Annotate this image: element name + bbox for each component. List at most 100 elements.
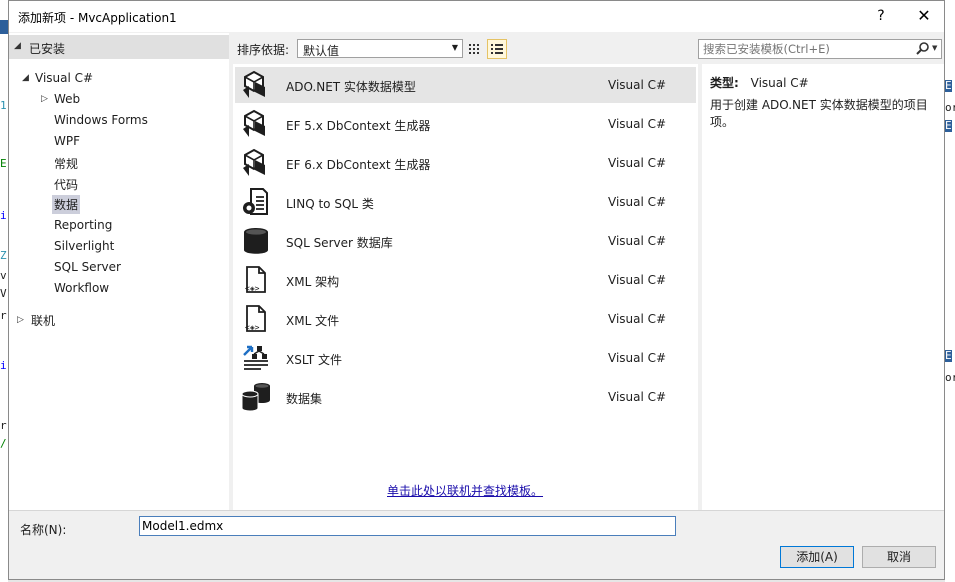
type-label: 类型: <box>710 76 739 90</box>
template-item-linq-to-sql[interactable]: LINQ to SQL 类 Visual C# <box>235 184 696 220</box>
dataset-icon <box>241 383 270 412</box>
xslt-file-icon <box>243 345 268 370</box>
template-language: Visual C# <box>608 117 667 131</box>
background-fragment: E <box>945 349 952 362</box>
tree-item-windows-forms[interactable]: Windows Forms <box>54 113 148 127</box>
template-item-xml-file[interactable]: <◈> XML 文件 Visual C# <box>235 301 696 337</box>
tree-item-sql-server[interactable]: SQL Server <box>54 260 121 274</box>
expanded-triangle-icon: ◢ <box>14 41 21 51</box>
background-editor-right: E or E E or <box>945 0 955 582</box>
template-language: Visual C# <box>608 234 667 248</box>
tree-item-visual-csharp[interactable]: Visual C# <box>35 71 93 85</box>
template-name: EF 6.x DbContext 生成器 <box>286 158 431 172</box>
tree-item-online[interactable]: 联机 <box>31 312 55 329</box>
chevron-down-icon[interactable]: ▼ <box>932 44 937 52</box>
tree-item-data[interactable]: 数据 <box>52 195 81 214</box>
template-language: Visual C# <box>608 390 667 404</box>
template-item-xslt-file[interactable]: XSLT 文件 Visual C# <box>235 340 696 376</box>
template-type: 类型: Visual C# <box>710 74 809 91</box>
background-editor-left: 1 E i Z v V r i r / <box>0 0 8 582</box>
installed-label: 已安装 <box>29 42 66 56</box>
tree-item-web[interactable]: Web <box>54 92 80 106</box>
template-item-ef6-dbcontext[interactable]: EF 6.x DbContext 生成器 Visual C# <box>235 145 696 181</box>
template-name: EF 5.x DbContext 生成器 <box>286 119 431 133</box>
add-button[interactable]: 添加(A) <box>780 546 854 568</box>
background-fragment: E <box>0 157 7 170</box>
xml-file-icon: <◈> <box>245 305 266 332</box>
expanded-triangle-icon[interactable]: ◢ <box>22 73 29 83</box>
small-icons-view-button[interactable] <box>464 39 484 59</box>
template-list: ADO.NET 实体数据模型 Visual C# EF 5.x DbContex… <box>233 64 698 510</box>
tree-item-workflow[interactable]: Workflow <box>54 281 109 295</box>
xml-schema-icon: <◈> <box>245 266 266 293</box>
divider <box>9 510 944 511</box>
close-button[interactable]: ✕ <box>907 5 941 27</box>
installed-header[interactable]: ◢ 已安装 <box>9 35 229 59</box>
find-templates-online-link[interactable]: 单击此处以联机并查找模板。 <box>387 482 543 499</box>
template-name: XML 文件 <box>286 314 340 328</box>
name-field[interactable] <box>139 516 676 536</box>
template-language: Visual C# <box>608 195 667 209</box>
tree-item-reporting[interactable]: Reporting <box>54 218 112 232</box>
chevron-down-icon: ▼ <box>451 43 458 52</box>
name-input[interactable] <box>142 518 662 533</box>
background-fragment: V <box>0 287 7 300</box>
linq-to-sql-icon <box>243 188 268 215</box>
template-language: Visual C# <box>608 78 667 92</box>
search-templates-box[interactable]: ▼ <box>698 39 942 59</box>
sort-by-select[interactable]: 默认值 ▼ <box>297 39 463 58</box>
background-fragment: r <box>0 309 7 322</box>
svg-text:<◈>: <◈> <box>245 284 260 293</box>
template-item-xml-schema[interactable]: <◈> XML 架构 Visual C# <box>235 262 696 298</box>
tree-item-code[interactable]: 代码 <box>54 176 78 193</box>
help-button[interactable]: ? <box>864 5 898 27</box>
template-language: Visual C# <box>608 156 667 170</box>
svg-text:<◈>: <◈> <box>245 323 260 332</box>
template-language: Visual C# <box>608 273 667 287</box>
background-fragment: r <box>0 419 7 432</box>
title-bar: 添加新项 - MvcApplication1 ? ✕ <box>9 1 944 32</box>
ef6-dbcontext-generator-icon <box>243 148 265 176</box>
search-icon[interactable] <box>914 41 932 57</box>
name-label: 名称(N): <box>20 523 67 537</box>
background-fragment: E <box>945 119 952 132</box>
background-fragment <box>0 20 8 34</box>
collapsed-triangle-icon[interactable]: ▷ <box>41 94 48 104</box>
template-name: XSLT 文件 <box>286 353 343 367</box>
template-language: Visual C# <box>608 312 667 326</box>
template-name: ADO.NET 实体数据模型 <box>286 80 416 94</box>
list-view-button[interactable] <box>487 39 507 59</box>
template-category-tree: ◢ 已安装 ◢ Visual C# ▷ Web Windows Forms WP… <box>9 33 229 510</box>
background-fragment: 1 <box>0 99 7 112</box>
template-name: 数据集 <box>286 392 323 406</box>
sort-by-label: 排序依据: <box>237 43 290 57</box>
cancel-button[interactable]: 取消 <box>862 546 936 568</box>
template-name: LINQ to SQL 类 <box>286 197 374 211</box>
window-title: 添加新项 - MvcApplication1 <box>18 11 177 25</box>
background-fragment: i <box>0 209 7 222</box>
type-value: Visual C# <box>750 76 809 90</box>
template-language: Visual C# <box>608 351 667 365</box>
collapsed-triangle-icon[interactable]: ▷ <box>17 315 24 325</box>
background-fragment: or <box>945 371 955 384</box>
grid-view-icon <box>469 44 479 54</box>
background-fragment: / <box>0 437 7 450</box>
background-fragment: or <box>945 101 955 114</box>
template-item-ef5-dbcontext[interactable]: EF 5.x DbContext 生成器 Visual C# <box>235 106 696 142</box>
template-item-ado-net-entity-model[interactable]: ADO.NET 实体数据模型 Visual C# <box>235 67 696 103</box>
template-item-sql-server-database[interactable]: SQL Server 数据库 Visual C# <box>235 223 696 259</box>
template-item-dataset[interactable]: 数据集 Visual C# <box>235 379 696 415</box>
sort-by-value: 默认值 <box>303 44 340 58</box>
template-details: 类型: Visual C# 用于创建 ADO.NET 实体数据模型的项目项。 <box>702 64 944 510</box>
list-view-icon <box>491 44 503 54</box>
add-new-item-dialog: 添加新项 - MvcApplication1 ? ✕ ◢ 已安装 ◢ Visua… <box>8 0 945 580</box>
search-input[interactable] <box>703 41 903 56</box>
background-fragment: Z <box>0 249 7 262</box>
tree-item-silverlight[interactable]: Silverlight <box>54 239 114 253</box>
database-icon <box>244 228 268 254</box>
tree-item-general[interactable]: 常规 <box>54 155 78 172</box>
ado-net-entity-model-icon <box>243 70 265 98</box>
background-fragment: E <box>945 79 952 92</box>
tree-item-wpf[interactable]: WPF <box>54 134 80 148</box>
template-name: XML 架构 <box>286 275 340 289</box>
